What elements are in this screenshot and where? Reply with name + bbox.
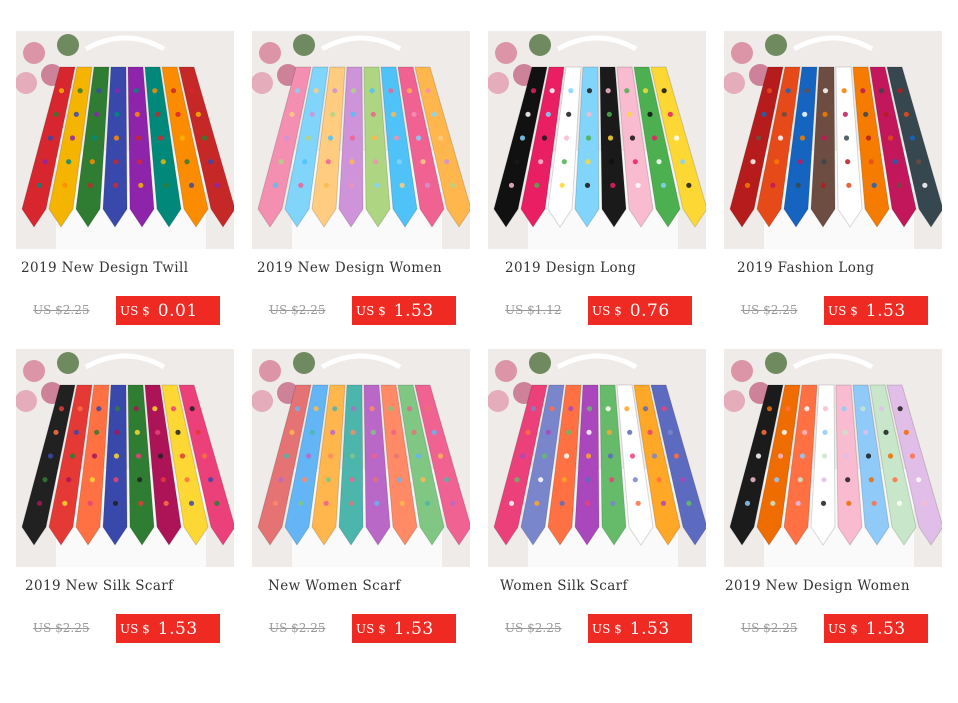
product-card[interactable]: 2019 Fashion Long US $2.25 US $ 1.53 (724, 31, 944, 331)
scarf-photo (724, 349, 942, 567)
original-price: US $2.25 (741, 621, 798, 635)
sale-price: 1.53 (865, 618, 906, 639)
scarf-photo (252, 31, 470, 249)
currency-label: US $ (592, 303, 622, 318)
sale-price: 1.53 (629, 618, 670, 639)
currency-label: US $ (120, 621, 150, 636)
product-card[interactable]: 2019 New Design Women US $2.25 US $ 1.53 (252, 31, 472, 331)
original-price: US $2.25 (269, 621, 326, 635)
original-price: US $2.25 (741, 303, 798, 317)
product-card[interactable]: 2019 New Silk Scarf US $2.25 US $ 1.53 (16, 349, 236, 649)
sale-price-badge[interactable]: US $ 1.53 (116, 614, 220, 643)
product-title[interactable]: 2019 New Design Women (725, 578, 910, 598)
original-price: US $2.25 (505, 621, 562, 635)
product-image[interactable] (16, 349, 234, 567)
sale-price-badge[interactable]: US $ 1.53 (352, 614, 456, 643)
scarf-photo (724, 31, 942, 249)
sale-price: 0.01 (157, 300, 198, 321)
product-title[interactable]: New Women Scarf (268, 578, 401, 598)
sale-price-badge[interactable]: US $ 1.53 (824, 296, 928, 325)
scarf-photo (252, 349, 470, 567)
product-title[interactable]: 2019 Fashion Long (737, 260, 874, 280)
product-title[interactable]: 2019 New Design Women (257, 260, 442, 280)
product-title[interactable]: Women Silk Scarf (500, 578, 628, 598)
product-image[interactable] (488, 31, 706, 249)
product-title[interactable]: 2019 Design Long (505, 260, 636, 280)
sale-price-badge[interactable]: US $ 1.53 (352, 296, 456, 325)
sale-price-badge[interactable]: US $ 1.53 (588, 614, 692, 643)
product-title[interactable]: 2019 New Silk Scarf (25, 578, 174, 598)
original-price: US $2.25 (33, 303, 90, 317)
original-price: US $2.25 (269, 303, 326, 317)
currency-label: US $ (828, 621, 858, 636)
original-price: US $1.12 (505, 303, 562, 317)
sale-price-badge[interactable]: US $ 0.76 (588, 296, 692, 325)
currency-label: US $ (356, 621, 386, 636)
sale-price-badge[interactable]: US $ 1.53 (824, 614, 928, 643)
sale-price: 1.53 (865, 300, 906, 321)
product-card[interactable]: 2019 New Design Twill US $2.25 US $ 0.01 (16, 31, 236, 331)
currency-label: US $ (120, 303, 150, 318)
sale-price: 1.53 (393, 300, 434, 321)
product-image[interactable] (252, 31, 470, 249)
product-image[interactable] (724, 349, 942, 567)
scarf-photo (488, 31, 706, 249)
product-title[interactable]: 2019 New Design Twill (21, 260, 188, 280)
original-price: US $2.25 (33, 621, 90, 635)
currency-label: US $ (592, 621, 622, 636)
scarf-photo (488, 349, 706, 567)
product-image[interactable] (252, 349, 470, 567)
currency-label: US $ (828, 303, 858, 318)
product-card[interactable]: New Women Scarf US $2.25 US $ 1.53 (252, 349, 472, 649)
product-card[interactable]: Women Silk Scarf US $2.25 US $ 1.53 (488, 349, 708, 649)
product-image[interactable] (488, 349, 706, 567)
product-grid: 2019 New Design Twill US $2.25 US $ 0.01… (0, 0, 958, 703)
sale-price: 0.76 (629, 300, 670, 321)
sale-price: 1.53 (157, 618, 198, 639)
scarf-photo (16, 31, 234, 249)
product-image[interactable] (724, 31, 942, 249)
scarf-photo (16, 349, 234, 567)
product-image[interactable] (16, 31, 234, 249)
currency-label: US $ (356, 303, 386, 318)
product-card[interactable]: 2019 New Design Women US $2.25 US $ 1.53 (724, 349, 944, 649)
sale-price: 1.53 (393, 618, 434, 639)
product-card[interactable]: 2019 Design Long US $1.12 US $ 0.76 (488, 31, 708, 331)
sale-price-badge[interactable]: US $ 0.01 (116, 296, 220, 325)
